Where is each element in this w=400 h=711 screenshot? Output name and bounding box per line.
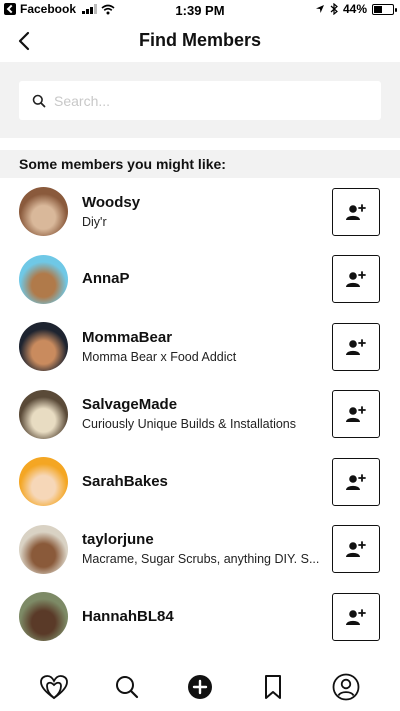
follow-button[interactable]: [332, 525, 380, 574]
member-name[interactable]: AnnaP: [82, 270, 328, 288]
bluetooth-icon: [330, 3, 338, 15]
search-icon: [116, 675, 139, 698]
avatar[interactable]: [19, 389, 68, 439]
member-text: MommaBear Momma Bear x Food Addict: [82, 329, 328, 365]
tab-bar: [0, 662, 400, 711]
location-icon: [315, 5, 324, 13]
avatar[interactable]: [19, 254, 68, 304]
follow-button[interactable]: [332, 592, 380, 641]
member-bio: Momma Bear x Food Addict: [82, 349, 237, 364]
follow-button[interactable]: [332, 390, 380, 439]
status-right: 44%: [315, 2, 397, 16]
search-area: [0, 62, 400, 138]
add-user-icon: [346, 203, 366, 220]
add-icon: [187, 674, 212, 699]
tab-create[interactable]: [180, 667, 220, 707]
search-input[interactable]: [54, 92, 354, 109]
search-icon: [32, 94, 46, 107]
avatar[interactable]: [19, 187, 68, 237]
member-text: taylorjune Macrame, Sugar Scrubs, anythin…: [82, 531, 328, 567]
battery-percent: 44%: [342, 2, 367, 16]
add-user-icon: [346, 541, 366, 558]
follow-button[interactable]: [332, 322, 380, 371]
follow-button[interactable]: [332, 187, 380, 236]
tab-community[interactable]: [34, 667, 74, 707]
member-text: HannahBL84: [82, 608, 328, 626]
add-user-icon: [346, 473, 366, 490]
status-bar: Facebook 1:39 PM 44%: [0, 0, 400, 20]
avatar[interactable]: [19, 457, 68, 507]
member-name[interactable]: Woodsy: [82, 194, 328, 212]
member-name[interactable]: MommaBear: [82, 329, 328, 347]
avatar[interactable]: [19, 524, 68, 574]
tab-profile[interactable]: [326, 667, 366, 707]
member-name[interactable]: HannahBL84: [82, 608, 328, 626]
add-user-icon: [346, 608, 366, 625]
member-row[interactable]: AnnaP: [0, 246, 400, 314]
add-user-icon: [346, 271, 366, 288]
bookmark-icon: [264, 674, 281, 699]
battery-icon: [372, 3, 397, 15]
tab-saved[interactable]: [253, 667, 293, 707]
battery-level: [374, 5, 382, 13]
member-bio: Curiously Unique Builds & Installations: [82, 417, 296, 432]
header: Find Members: [0, 20, 400, 62]
member-row[interactable]: HannahBL84: [0, 583, 400, 651]
follow-button[interactable]: [332, 255, 380, 304]
member-name[interactable]: SalvageMade: [82, 396, 328, 414]
follow-button[interactable]: [332, 457, 380, 506]
spacer: [0, 138, 400, 150]
tab-search[interactable]: [107, 667, 147, 707]
member-text: AnnaP: [82, 270, 328, 288]
member-bio: Macrame, Sugar Scrubs, anything DIY. S..…: [82, 552, 320, 567]
member-text: Woodsy Diy'r: [82, 194, 328, 230]
community-icon: [40, 674, 69, 699]
profile-icon: [332, 673, 359, 700]
avatar[interactable]: [19, 592, 68, 642]
member-row[interactable]: SarahBakes: [0, 448, 400, 516]
member-name[interactable]: taylorjune: [82, 531, 328, 549]
member-text: SalvageMade Curiously Unique Builds & Ins…: [82, 396, 328, 432]
member-list[interactable]: Woodsy Diy'r AnnaP MommaBear Momma Bear x Fo…: [0, 178, 400, 662]
section-title: Some members you might like:: [0, 150, 400, 178]
add-user-icon: [346, 338, 366, 355]
member-row[interactable]: SalvageMade Curiously Unique Builds & Ins…: [0, 381, 400, 449]
member-name[interactable]: SarahBakes: [82, 473, 328, 491]
member-row[interactable]: MommaBear Momma Bear x Food Addict: [0, 313, 400, 381]
avatar[interactable]: [19, 322, 68, 372]
member-row[interactable]: Woodsy Diy'r: [0, 178, 400, 246]
member-text: SarahBakes: [82, 473, 328, 491]
page-title: Find Members: [138, 30, 262, 50]
add-user-icon: [346, 406, 366, 423]
member-bio: Diy'r: [82, 214, 107, 229]
search-box[interactable]: [19, 81, 381, 120]
member-row[interactable]: taylorjune Macrame, Sugar Scrubs, anythin…: [0, 516, 400, 584]
